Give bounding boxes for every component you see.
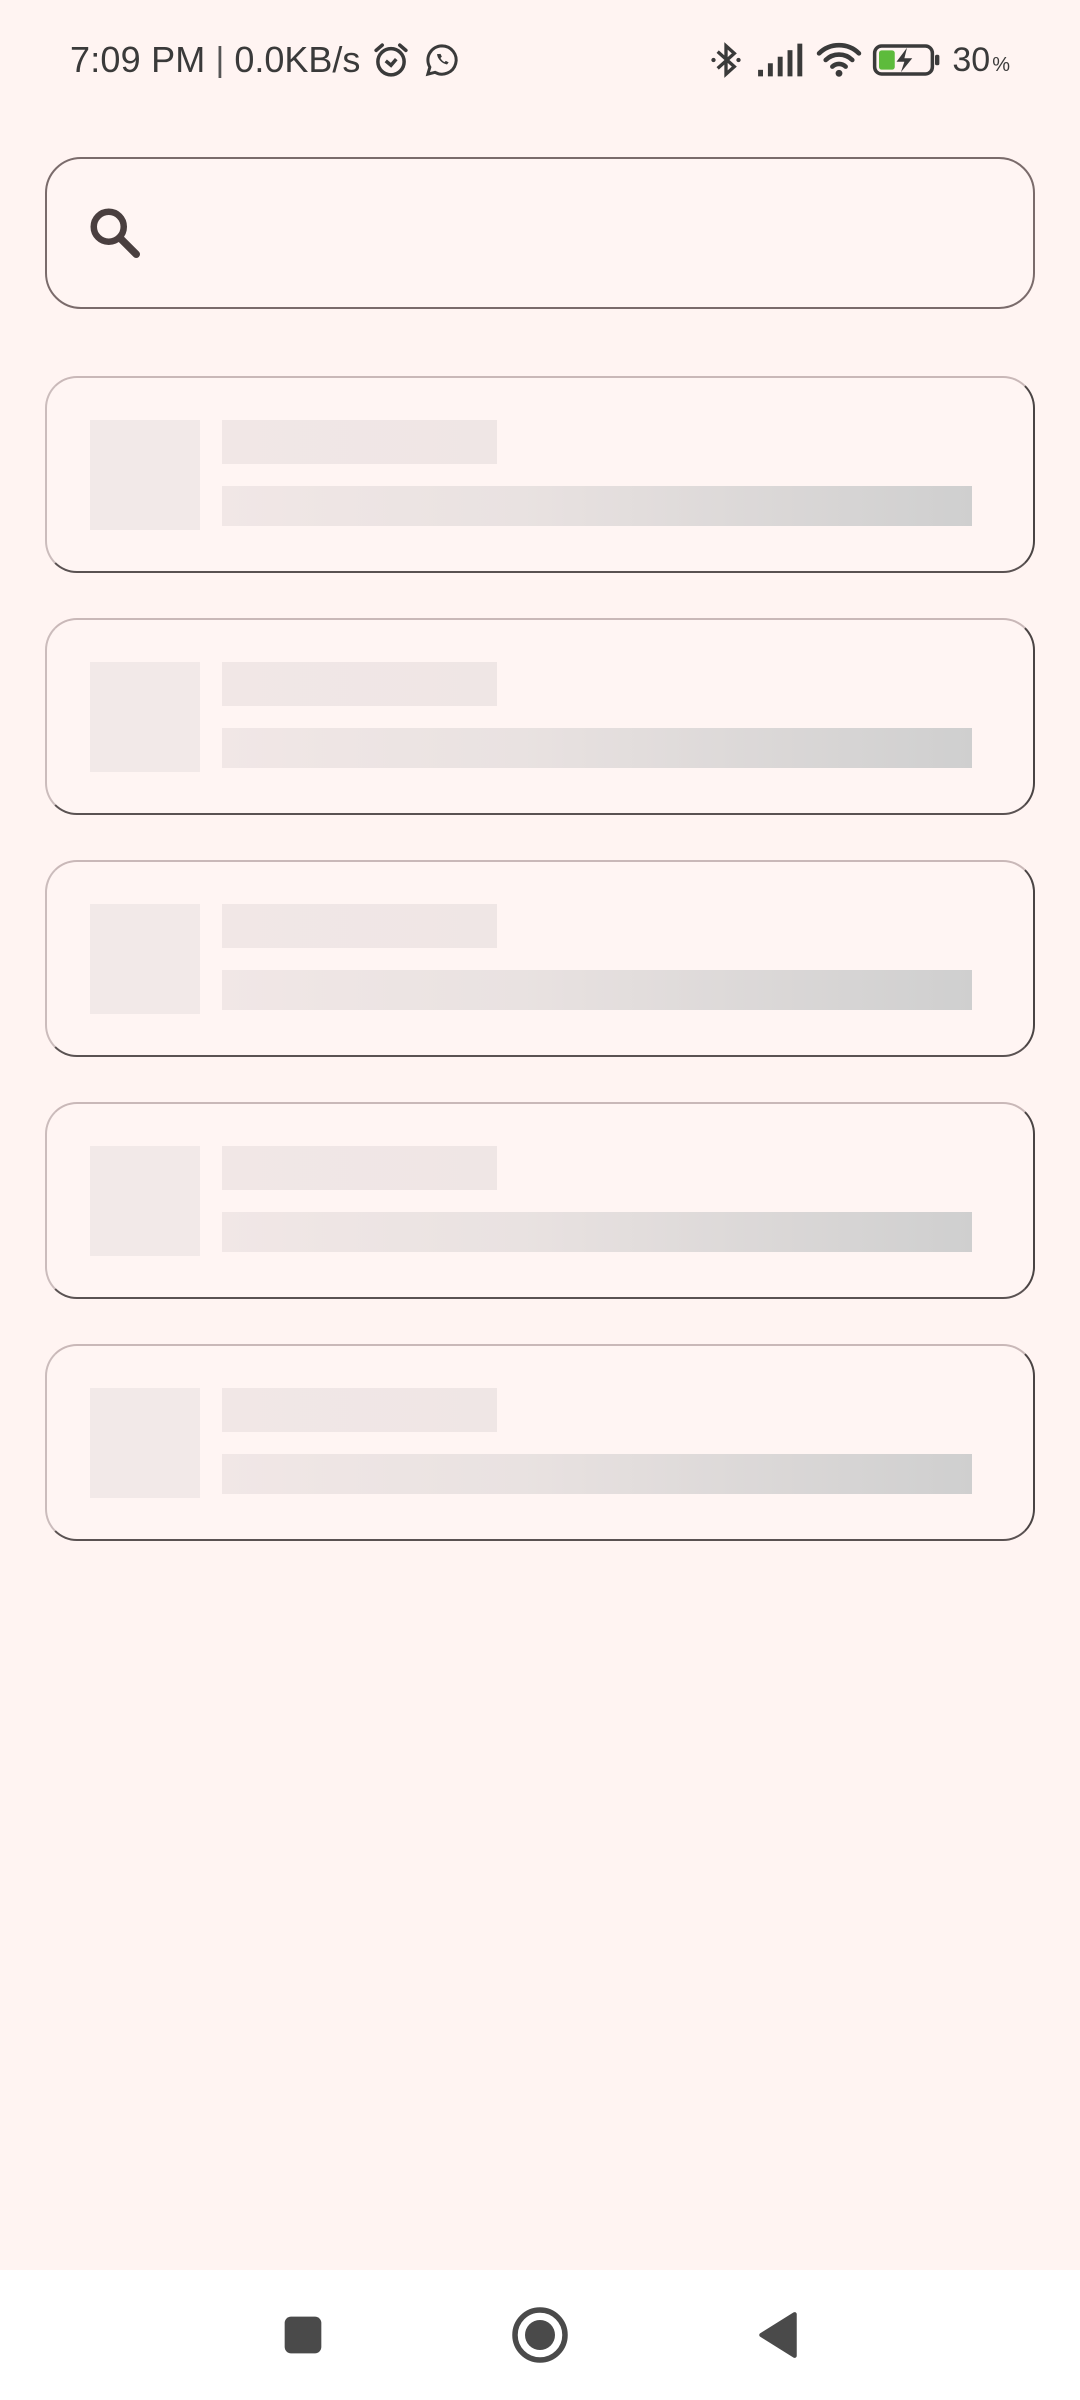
back-button[interactable] — [738, 2295, 818, 2375]
triangle-back-icon — [759, 2312, 797, 2358]
skeleton-subtitle — [222, 970, 972, 1010]
network-speed: 0.0KB/s — [234, 39, 361, 80]
skeleton-thumbnail — [90, 662, 200, 772]
skeleton-subtitle — [222, 1454, 972, 1494]
skeleton-title — [222, 420, 497, 464]
skeleton-thumbnail — [90, 1388, 200, 1498]
alarm-icon — [370, 39, 412, 81]
recents-button[interactable] — [263, 2295, 343, 2375]
wifi-icon — [816, 41, 862, 79]
skeleton-title — [222, 1146, 497, 1190]
list-item-skeleton — [45, 1344, 1035, 1541]
whatsapp-icon — [422, 40, 462, 80]
battery-unit: % — [992, 53, 1010, 76]
list-item-skeleton — [45, 860, 1035, 1057]
results-list — [45, 376, 1035, 1586]
skeleton-title — [222, 662, 497, 706]
status-separator: | — [215, 40, 225, 79]
square-icon — [284, 2316, 322, 2354]
list-item-skeleton — [45, 376, 1035, 573]
skeleton-subtitle — [222, 486, 972, 526]
skeleton-thumbnail — [90, 420, 200, 530]
search-bar[interactable] — [45, 157, 1035, 309]
bluetooth-icon — [706, 40, 746, 80]
skeleton-title — [222, 1388, 497, 1432]
battery-charging-icon — [872, 42, 942, 78]
skeleton-subtitle — [222, 1212, 972, 1252]
circle-icon — [512, 2307, 568, 2363]
skeleton-thumbnail — [90, 1146, 200, 1256]
status-right: 30% — [696, 40, 1010, 80]
skeleton-thumbnail — [90, 904, 200, 1014]
status-left: 7:09 PM | 0.0KB/s — [70, 39, 462, 81]
system-nav-bar — [0, 2270, 1080, 2400]
list-item-skeleton — [45, 1102, 1035, 1299]
search-input[interactable] — [169, 158, 1033, 308]
skeleton-subtitle — [222, 728, 972, 768]
status-bar: 7:09 PM | 0.0KB/s 30 % — [0, 0, 1080, 120]
battery-percent: 30% — [952, 41, 1010, 80]
signal-icon — [756, 42, 806, 78]
list-item-skeleton — [45, 618, 1035, 815]
home-button[interactable] — [500, 2295, 580, 2375]
status-time: 7:09 PM — [70, 39, 206, 80]
battery-value: 30 — [952, 40, 991, 79]
search-icon — [85, 203, 145, 263]
skeleton-title — [222, 904, 497, 948]
